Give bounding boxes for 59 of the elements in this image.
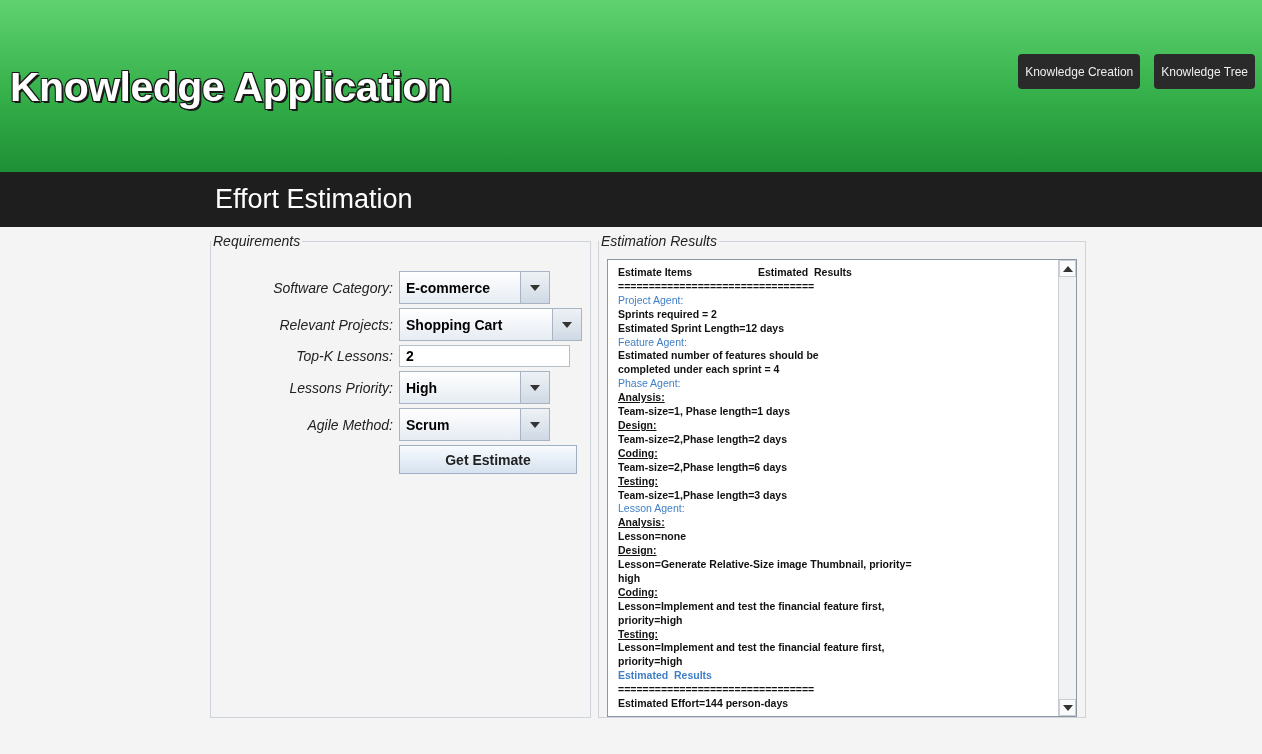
result-line: Estimated Effort=144 person-days xyxy=(618,697,790,711)
dropdown[interactable]: Scrum xyxy=(399,408,550,441)
separator-text: ================================ xyxy=(618,683,816,698)
caret-icon xyxy=(562,321,572,328)
result-line: Estimated number of features should be xyxy=(618,349,820,364)
phase-heading: Coding: xyxy=(618,446,659,461)
result-line: high xyxy=(618,571,642,586)
nav-button[interactable]: Knowledge Tree xyxy=(1154,54,1255,89)
result-line: Team-size=2,Phase length=6 days xyxy=(618,460,789,475)
phase-heading: Analysis: xyxy=(618,516,666,531)
result-line: Lesson=Generate Relative-Size image Thumbnail, priority= xyxy=(618,558,913,572)
column-heading: Estimate Items xyxy=(618,266,694,280)
separator-text: ================================ xyxy=(618,279,816,294)
input-field[interactable]: 2 xyxy=(399,345,570,367)
phase-heading: Testing: xyxy=(618,474,660,489)
summary-heading: Estimated Results xyxy=(618,669,713,684)
field-label: Top-K Lessons: xyxy=(296,348,393,364)
phase-heading: Coding: xyxy=(618,585,659,600)
phase-heading: Design: xyxy=(618,418,658,433)
scroll-up-button[interactable] xyxy=(1059,260,1076,277)
field-label: Relevant Projects: xyxy=(279,316,393,333)
scroll-down-button[interactable] xyxy=(1059,699,1076,716)
field-label: Software Category: xyxy=(273,279,393,296)
agent-label: Lesson Agent: xyxy=(618,502,686,517)
phase-heading: Analysis: xyxy=(618,391,666,406)
result-line: priority=high xyxy=(618,655,684,670)
get-estimate-button[interactable]: Get Estimate xyxy=(399,445,577,474)
phase-heading: Testing: xyxy=(618,627,660,642)
dropdown[interactable]: Shopping Cart xyxy=(399,308,582,341)
dropdown[interactable]: High xyxy=(399,371,550,404)
caret-icon xyxy=(530,384,540,391)
result-line: Lesson=Implement and test the financial feature first, xyxy=(618,599,886,614)
agent-label: Feature Agent: xyxy=(618,335,688,350)
field-label: Agile Method: xyxy=(307,416,393,433)
down-arrow-icon xyxy=(1062,704,1073,711)
field-label: Lessons Priority: xyxy=(289,379,393,396)
panel-legend: Estimation Results xyxy=(599,233,719,249)
result-line: priority=high xyxy=(618,613,684,628)
result-line: Team-size=1,Phase length=3 days xyxy=(618,488,789,503)
scrollbar[interactable] xyxy=(1058,260,1076,716)
result-line: Lesson=Implement and test the financial feature first, xyxy=(618,641,886,656)
caret-icon xyxy=(530,284,540,291)
panel-legend: Requirements xyxy=(211,233,303,249)
caret-icon xyxy=(530,421,540,428)
result-line: Team-size=1, Phase length=1 days xyxy=(618,405,791,419)
app-title: Knowledge Application xyxy=(10,64,452,111)
result-line: Lesson=none xyxy=(618,530,687,545)
agent-label: Project Agent: xyxy=(618,293,685,308)
phase-heading: Design: xyxy=(618,544,658,559)
nav-button[interactable]: Knowledge Creation xyxy=(1018,54,1141,89)
result-line: Estimated Sprint Length=12 days xyxy=(618,321,785,336)
column-heading: Estimated Results xyxy=(758,266,852,280)
up-arrow-icon xyxy=(1062,265,1073,272)
section-title: Effort Estimation xyxy=(215,184,413,215)
result-line: Sprints required = 2 xyxy=(618,307,718,322)
result-line: completed under each sprint = 4 xyxy=(618,363,781,378)
dropdown[interactable]: E-commerce xyxy=(399,271,550,304)
result-line: Team-size=2,Phase length=2 days xyxy=(618,432,789,447)
agent-label: Phase Agent: xyxy=(618,377,682,392)
